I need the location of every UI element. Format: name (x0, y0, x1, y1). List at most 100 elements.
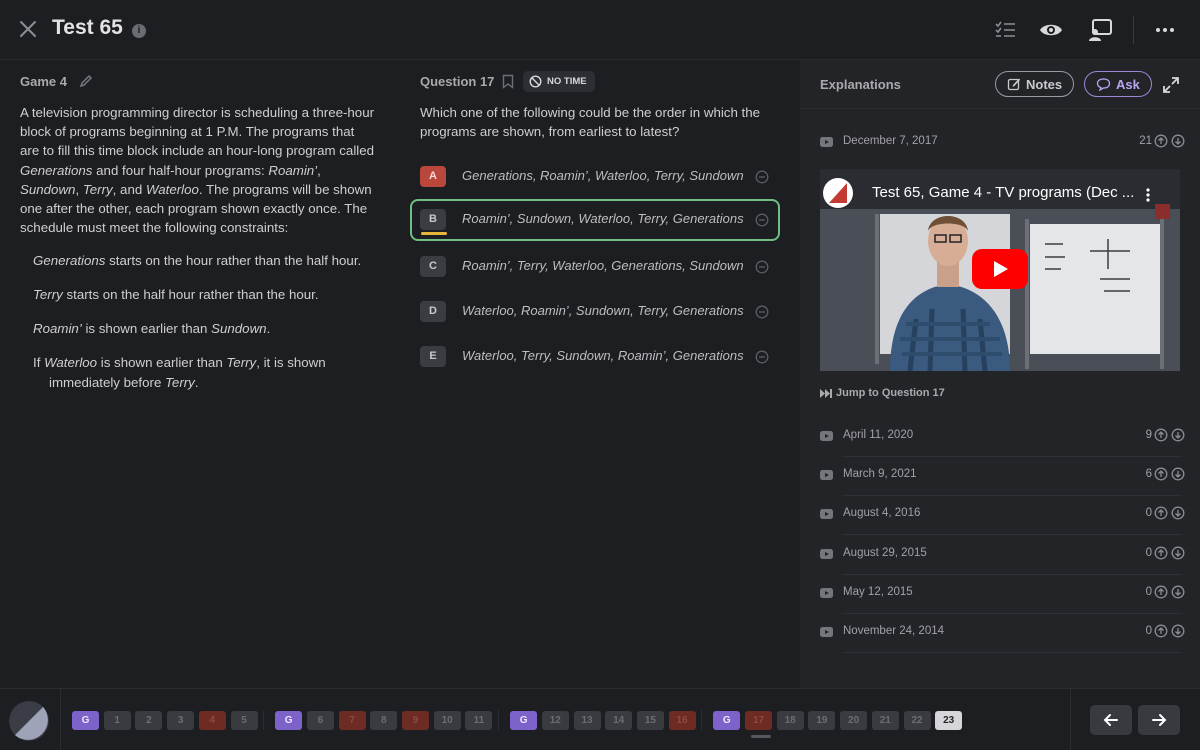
group-divider (263, 710, 265, 730)
downvote-icon[interactable] (1171, 467, 1185, 481)
jump-to-question-link[interactable]: Jump to Question 17 (820, 387, 945, 399)
question-chip[interactable]: 20 (840, 711, 868, 730)
question-chip[interactable]: 14 (605, 711, 633, 730)
game-chip[interactable]: G (72, 711, 99, 730)
rule-2: Terry starts on the half hour rather tha… (33, 285, 373, 305)
bookmark-icon[interactable] (502, 74, 514, 89)
upvote-icon[interactable] (1154, 467, 1168, 481)
question-chip[interactable]: 19 (808, 711, 836, 730)
text-run: , (317, 162, 321, 178)
program-name: Generations (20, 162, 93, 178)
question-chip[interactable]: 9 (402, 711, 429, 730)
video-date: August 29, 2015 (843, 546, 927, 559)
video-menu-icon[interactable] (1144, 187, 1152, 203)
question-chip[interactable]: 22 (903, 711, 931, 730)
upvote-icon[interactable] (1154, 506, 1168, 520)
rule-4: If Waterloo is shown earlier than Terry,… (33, 353, 373, 392)
no-time-badge[interactable]: NO TIME (523, 71, 595, 92)
eliminate-icon[interactable] (755, 170, 769, 184)
upvote-icon[interactable] (1154, 585, 1168, 599)
answer-choice-e[interactable]: E Waterloo, Terry, Sundown, Roamin’, Gene… (410, 336, 780, 378)
vote-count: 0 (1145, 507, 1152, 520)
program-name: Roamin’ (268, 162, 318, 178)
more-icon[interactable] (1152, 17, 1178, 43)
question-chip[interactable]: 4 (198, 711, 226, 730)
no-time-label: NO TIME (547, 76, 587, 87)
downvote-icon[interactable] (1171, 585, 1185, 599)
selected-indicator (421, 232, 447, 235)
upvote-icon[interactable] (1154, 134, 1168, 148)
question-chip[interactable]: 15 (636, 711, 664, 730)
upvote-icon[interactable] (1154, 624, 1168, 638)
video-date: August 4, 2016 (843, 507, 921, 520)
video-row[interactable]: November 24, 2014 0 (820, 614, 1185, 653)
question-chip[interactable]: 12 (541, 711, 569, 730)
video-date: March 9, 2021 (843, 468, 917, 481)
video-row[interactable]: May 12, 2015 0 (820, 575, 1185, 614)
close-icon[interactable] (18, 19, 38, 39)
question-chip[interactable]: 11 (465, 711, 493, 730)
question-chip[interactable]: 2 (135, 711, 163, 730)
question-chip[interactable]: 17 (745, 711, 772, 730)
question-chip[interactable]: 23 (935, 711, 963, 730)
question-chip[interactable]: 6 (306, 711, 334, 730)
answer-choice-c[interactable]: C Roamin’, Terry, Waterloo, Generations, … (410, 246, 780, 288)
answer-text: Waterloo, Roamin’, Sundown, Terry, Gener… (462, 303, 744, 318)
video-row[interactable]: April 11, 2020 9 (820, 418, 1185, 457)
game-chip[interactable]: G (713, 711, 741, 730)
answer-text: Generations, Roamin’, Waterloo, Terry, S… (462, 168, 744, 183)
eliminate-icon[interactable] (755, 260, 769, 274)
question-chip[interactable]: 16 (668, 711, 696, 730)
previous-question-button[interactable] (1090, 705, 1132, 735)
game-chip[interactable]: G (510, 711, 538, 730)
eliminate-icon[interactable] (755, 305, 769, 319)
play-button-icon[interactable] (972, 249, 1028, 289)
notes-button[interactable]: Notes (995, 71, 1075, 97)
expand-icon[interactable] (1162, 76, 1180, 94)
answer-choice-d[interactable]: D Waterloo, Roamin’, Sundown, Terry, Gene… (410, 291, 780, 333)
text-run: . (266, 321, 271, 336)
answer-letter: B (420, 209, 446, 230)
downvote-icon[interactable] (1171, 506, 1185, 520)
question-chip[interactable]: 18 (776, 711, 804, 730)
eliminate-icon[interactable] (755, 213, 769, 227)
info-icon[interactable]: i (132, 24, 146, 38)
eye-icon[interactable] (1038, 17, 1064, 43)
question-chip[interactable]: 10 (433, 711, 461, 730)
video-row[interactable]: March 9, 2021 6 (820, 457, 1185, 497)
eliminate-icon[interactable] (755, 350, 769, 364)
present-icon[interactable] (1087, 17, 1113, 43)
video-icon (820, 509, 833, 520)
vote-count: 0 (1145, 585, 1152, 598)
explanations-panel: Explanations Notes Ask December 7, 2017 … (800, 60, 1200, 688)
question-chip[interactable]: 3 (167, 711, 195, 730)
question-chip[interactable]: 5 (230, 711, 258, 730)
checklist-icon[interactable] (992, 17, 1018, 43)
question-chip[interactable]: 8 (370, 711, 398, 730)
timer-dial[interactable] (9, 701, 49, 741)
downvote-icon[interactable] (1171, 546, 1185, 560)
drag-handle[interactable] (751, 735, 771, 738)
question-chip[interactable]: 1 (103, 711, 131, 730)
pencil-icon[interactable] (79, 74, 93, 88)
game-chip[interactable]: G (275, 711, 303, 730)
video-player[interactable]: Test 65, Game 4 - TV programs (Dec ... (820, 169, 1180, 371)
question-chip[interactable]: 13 (573, 711, 601, 730)
upvote-icon[interactable] (1154, 428, 1168, 442)
ask-button[interactable]: Ask (1084, 71, 1152, 97)
video-row[interactable]: August 29, 2015 0 (820, 536, 1185, 575)
downvote-icon[interactable] (1171, 134, 1185, 148)
featured-video-row[interactable]: December 7, 2017 21 (820, 124, 1185, 163)
question-chip[interactable]: 7 (338, 711, 366, 730)
answer-choice-a[interactable]: A Generations, Roamin’, Waterloo, Terry, … (410, 156, 780, 198)
text-run: starts on the half hour rather than the … (62, 287, 319, 302)
downvote-icon[interactable] (1171, 428, 1185, 442)
nav-divider (1070, 689, 1071, 750)
video-row[interactable]: August 4, 2016 0 (820, 496, 1185, 536)
upvote-icon[interactable] (1154, 546, 1168, 560)
group-divider (701, 710, 703, 730)
question-chip[interactable]: 21 (871, 711, 899, 730)
downvote-icon[interactable] (1171, 624, 1185, 638)
answer-choice-b[interactable]: B Roamin’, Sundown, Waterloo, Terry, Gene… (410, 199, 780, 241)
next-question-button[interactable] (1138, 705, 1180, 735)
